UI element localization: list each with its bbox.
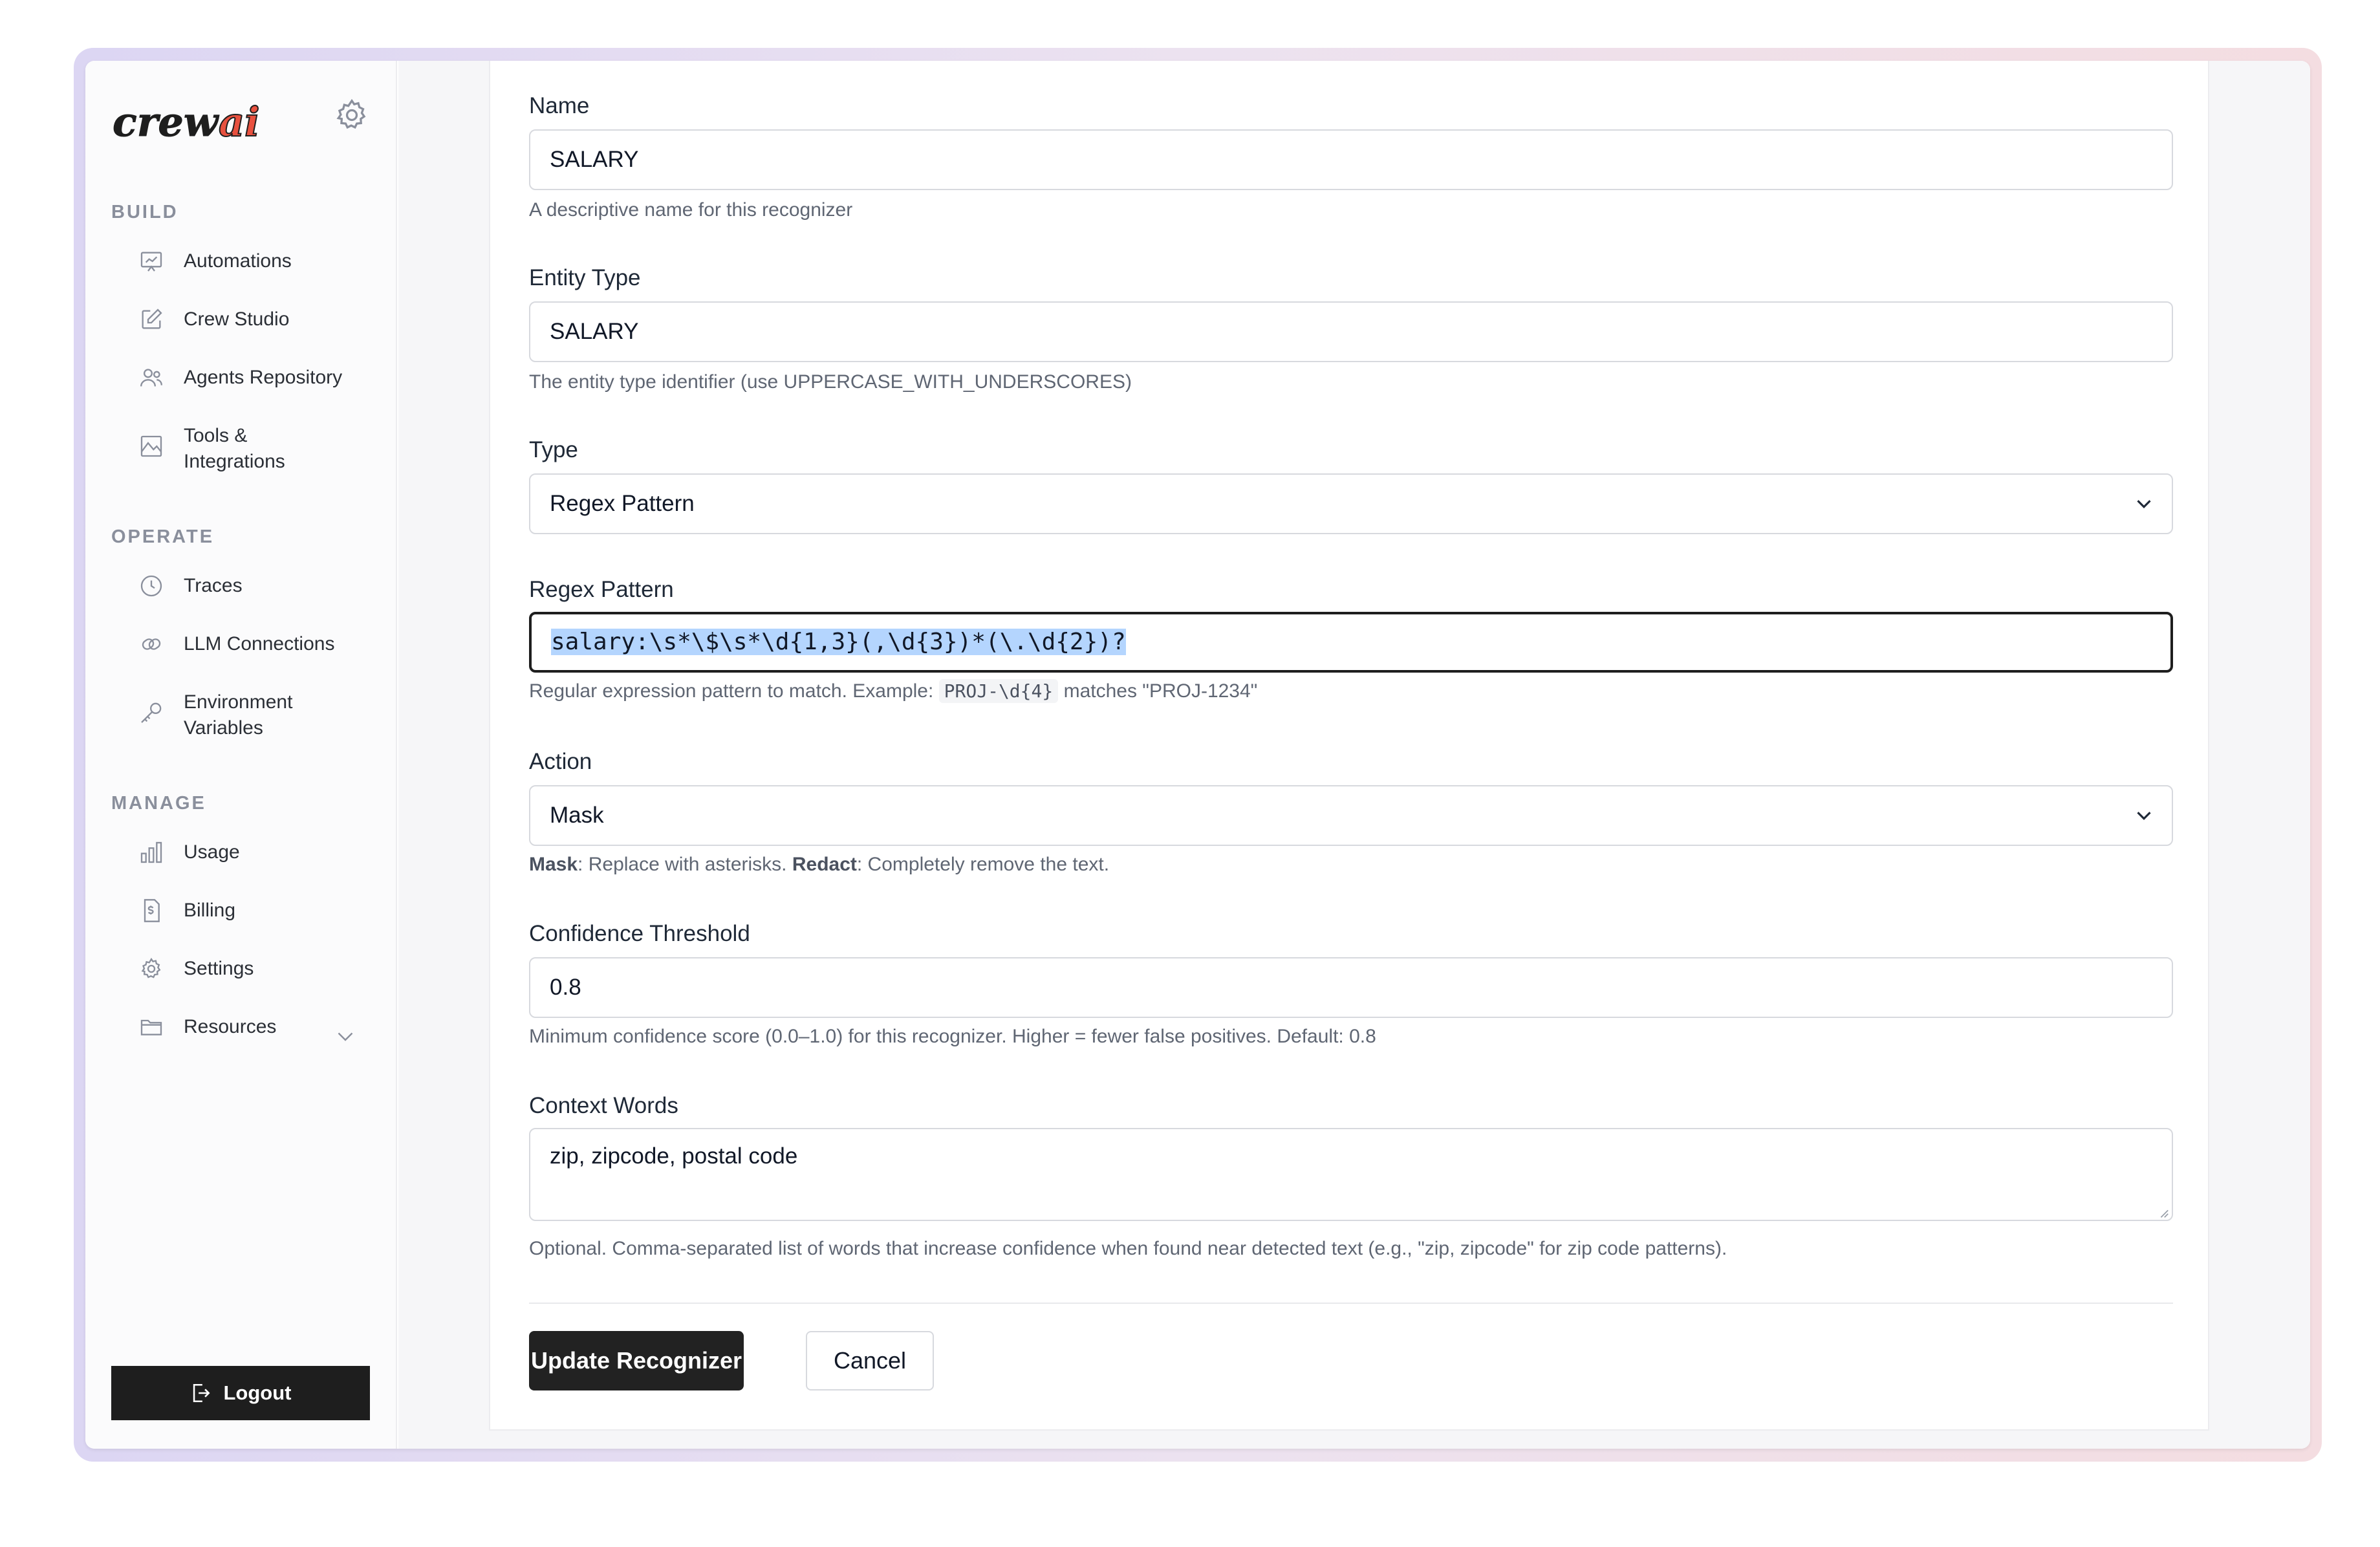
regex-pattern-label: Regex Pattern [529,577,674,602]
context-words-label: Context Words [529,1093,678,1118]
sidebar-item-agents-repository[interactable]: Agents Repository [138,365,384,391]
type-label: Type [529,437,578,462]
name-input[interactable] [529,129,2173,190]
section-manage: MANAGE [111,793,206,814]
sidebar-item-label: Resources [184,1016,277,1037]
entity-type-input[interactable] [529,301,2173,362]
cancel-button[interactable]: Cancel [806,1331,934,1390]
recognizer-form-card [489,61,2209,1431]
sidebar-item-label: Automations [184,250,292,272]
sidebar-item-billing[interactable]: Billing [138,898,384,924]
regex-hint-example: PROJ-\d{4} [938,679,1059,703]
link-icon [142,638,161,650]
bar-chart-icon [140,841,162,863]
confidence-threshold-label: Confidence Threshold [529,921,750,946]
sidebar-item-label: Tools & Integrations [184,425,285,472]
sidebar-item-label: LLM Connections [184,633,335,654]
type-select[interactable]: Regex Pattern [529,473,2173,534]
context-words-textarea[interactable]: zip, zipcode, postal code [529,1128,2173,1221]
logout-label: Logout [223,1381,292,1404]
sidebar-item-tools-integrations[interactable]: Tools & Integrations [138,423,384,475]
name-label: Name [529,93,590,118]
action-hint-mask-text: : Replace with asterisks. [578,854,787,875]
regex-pattern-input[interactable]: salary:\s*\$\s*\d{1,3}(,\d{3})*(\.\d{2})… [529,612,2173,673]
logout-icon [193,1383,211,1403]
regex-pattern-hint: Regular expression pattern to match. Exa… [529,679,1258,703]
chevron-down-icon [2137,812,2151,820]
invoice-icon [144,899,160,922]
gear-icon [141,957,161,979]
name-hint: A descriptive name for this recognizer [529,199,853,221]
clock-icon [140,575,162,597]
key-icon [141,702,162,723]
sidebar-item-label: Settings [184,958,254,979]
section-build: BUILD [111,202,178,222]
folder-icon [140,1019,162,1035]
sidebar-item-traces[interactable]: Traces [138,573,384,599]
sidebar: crew ai BUILD Automations Crew Studio Ag… [85,61,397,1449]
logout-button[interactable]: Logout [111,1366,370,1420]
image-box-icon [140,435,162,457]
sidebar-item-llm-connections[interactable]: LLM Connections [138,631,384,657]
regex-pattern-value: salary:\s*\$\s*\d{1,3}(,\d{3})*(\.\d{2})… [551,629,1126,655]
sidebar-item-label: Agents Repository [184,367,343,388]
confidence-threshold-hint: Minimum confidence score (0.0–1.0) for t… [529,1026,1376,1047]
sidebar-item-label: Environment Variables [184,691,293,739]
gear-icon[interactable] [334,97,370,133]
action-select[interactable]: Mask [529,785,2173,846]
sidebar-item-settings[interactable]: Settings [138,956,384,982]
sidebar-item-environment-variables[interactable]: Environment Variables [138,689,384,741]
entity-type-hint: The entity type identifier (use UPPERCAS… [529,371,1132,393]
svg-text:crew: crew [113,98,220,146]
entity-type-label: Entity Type [529,265,641,290]
regex-hint-suffix: matches "PROJ-1234" [1063,680,1258,702]
sidebar-item-usage[interactable]: Usage [138,839,384,865]
pencil-square-icon [142,308,162,329]
sidebar-item-crew-studio[interactable]: Crew Studio [138,307,384,332]
action-hint-redact-term: Redact [792,854,857,875]
sidebar-item-label: Crew Studio [184,308,290,330]
users-icon [140,369,162,387]
action-select-value: Mask [550,803,604,828]
update-recognizer-button[interactable]: Update Recognizer [529,1331,744,1390]
sidebar-item-label: Traces [184,575,243,596]
chart-board-icon [140,252,162,272]
action-label: Action [529,749,592,774]
action-hint-redact-text: : Completely remove the text. [856,854,1110,875]
resize-grip-icon[interactable] [2158,1207,2169,1218]
sidebar-item-label: Billing [184,900,236,921]
form-divider [529,1303,2173,1304]
section-operate: OPERATE [111,526,215,547]
sidebar-item-automations[interactable]: Automations [138,248,384,274]
sidebar-item-label: Usage [184,841,240,863]
context-words-hint: Optional. Comma-separated list of words … [529,1238,1727,1259]
chevron-down-icon[interactable] [334,1024,357,1048]
regex-hint-prefix: Regular expression pattern to match. Exa… [529,680,934,702]
crewai-logo[interactable]: crew ai [111,93,277,146]
svg-text:ai: ai [219,98,260,146]
chevron-down-icon [2137,500,2151,508]
action-hint: Mask: Replace with asterisks. Redact: Co… [529,854,1109,876]
confidence-threshold-input[interactable] [529,957,2173,1018]
type-select-value: Regex Pattern [550,491,695,516]
action-hint-mask-term: Mask [529,854,578,875]
